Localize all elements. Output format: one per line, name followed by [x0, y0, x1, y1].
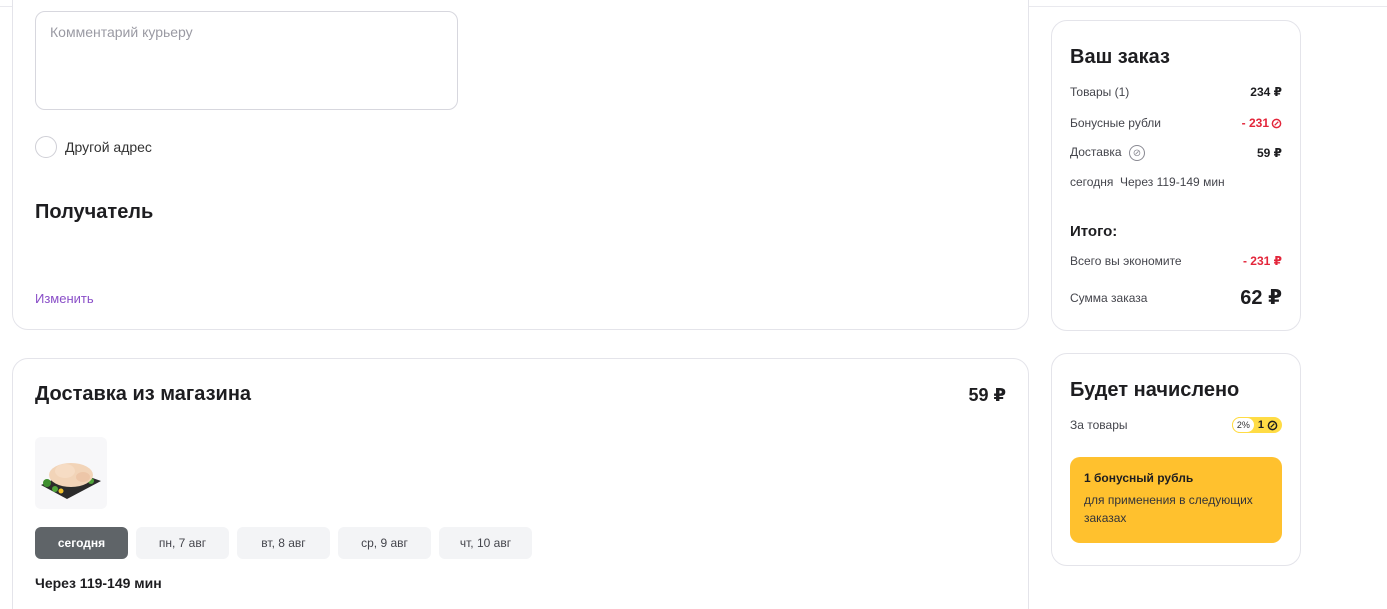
delivery-price: 59 ₽: [968, 385, 1006, 405]
goods-label: Товары (1): [1070, 85, 1130, 99]
sum-row: Сумма заказа 62 ₽: [1070, 285, 1282, 310]
bonus-rubles-value-wrap: - 231: [1242, 116, 1282, 130]
other-address-radio[interactable]: Другой адрес: [35, 136, 152, 158]
delivery-card: Доставка из магазина 59 ₽ сегодня пн, 7 …: [12, 358, 1029, 609]
delivery-eta: Через 119-149 мин: [35, 575, 162, 591]
order-summary-card: Ваш заказ Товары (1) 234 ₽ Бонусные рубл…: [1051, 20, 1301, 331]
bonus-title: Будет начислено: [1070, 379, 1240, 401]
recipient-title: Получатель: [35, 201, 154, 223]
order-title: Ваш заказ: [1070, 46, 1170, 68]
goods-value: 234 ₽: [1250, 85, 1282, 99]
sum-value: 62 ₽: [1240, 287, 1282, 309]
radio-circle-icon[interactable]: [35, 136, 57, 158]
total-title: Итого:: [1070, 223, 1118, 240]
savings-value: - 231 ₽: [1242, 254, 1282, 268]
delivery-label: Доставка: [1070, 145, 1122, 160]
delivery-time-row: сегодня Через 119-149 мин: [1070, 175, 1282, 189]
info-icon[interactable]: ⊘: [1128, 145, 1145, 161]
delivery-label-wrap: Доставка ⊘: [1070, 145, 1145, 161]
bonus-coin-icon: [1267, 420, 1278, 430]
savings-row: Всего вы экономите - 231 ₽: [1070, 254, 1282, 268]
delivery-time: сегодня Через 119-149 мин: [1070, 175, 1225, 189]
courier-comment-input[interactable]: Комментарий курьеру: [35, 11, 458, 110]
address-card: Комментарий курьеру Другой адрес Получат…: [12, 0, 1029, 330]
goods-row: Товары (1) 234 ₽: [1070, 85, 1282, 99]
date-tab-wed[interactable]: ср, 9 авг: [338, 527, 431, 559]
bonus-rubles-value: - 231: [1241, 116, 1269, 130]
sum-label: Сумма заказа: [1070, 290, 1148, 305]
delivery-title: Доставка из магазина: [35, 383, 252, 405]
change-recipient-link[interactable]: Изменить: [35, 291, 94, 306]
other-address-label: Другой адрес: [65, 139, 152, 155]
bonus-box-title: 1 бонусный рубль: [1084, 471, 1194, 485]
date-tab-tue[interactable]: вт, 8 авг: [237, 527, 330, 559]
bonus-for-goods-row: За товары 2% 1: [1070, 417, 1282, 433]
bonus-for-goods-label: За товары: [1070, 418, 1128, 432]
bonus-info-box: 1 бонусный рубль для применения в следую…: [1070, 457, 1282, 543]
bonus-card: Будет начислено За товары 2% 1 1 бонусны…: [1051, 353, 1301, 566]
delivery-row: Доставка ⊘ 59 ₽: [1070, 145, 1282, 161]
bonus-percent: 2%: [1231, 417, 1255, 433]
courier-comment-placeholder: Комментарий курьеру: [50, 24, 193, 40]
bonus-box-text: для применения в следующих заказах: [1084, 493, 1253, 525]
bonus-rubles-row: Бонусные рубли - 231: [1070, 116, 1282, 130]
delivery-date-tabs: сегодня пн, 7 авг вт, 8 авг ср, 9 авг чт…: [35, 527, 532, 559]
chicken-product-image[interactable]: [35, 437, 107, 509]
date-tab-today[interactable]: сегодня: [35, 527, 128, 559]
savings-label: Всего вы экономите: [1070, 254, 1182, 268]
bonus-coin-icon: [1271, 118, 1282, 128]
date-tab-thu[interactable]: чт, 10 авг: [439, 527, 532, 559]
bonus-amount: 1: [1257, 419, 1264, 431]
delivery-value: 59 ₽: [1256, 146, 1282, 160]
bonus-rubles-label: Бонусные рубли: [1070, 116, 1162, 130]
date-tab-mon[interactable]: пн, 7 авг: [136, 527, 229, 559]
bonus-pill: 2% 1: [1231, 417, 1282, 433]
